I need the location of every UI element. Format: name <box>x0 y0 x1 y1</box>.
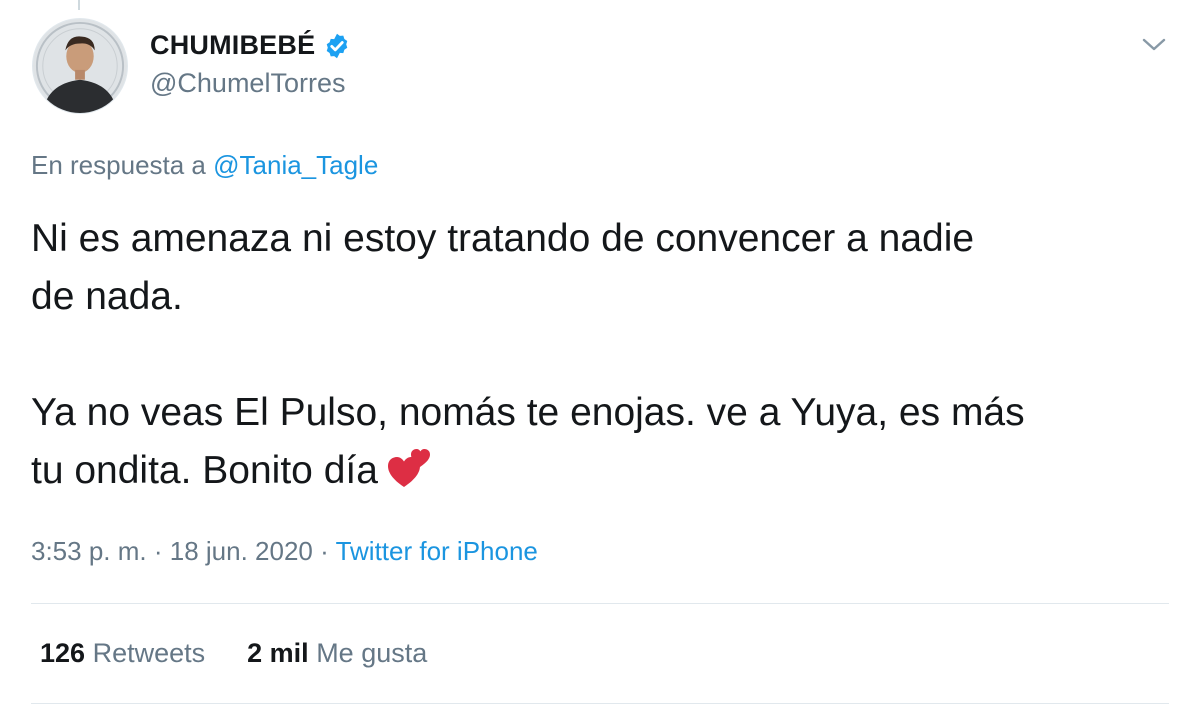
likes-stat[interactable]: 2 mil Me gusta <box>247 638 427 669</box>
divider <box>31 703 1169 704</box>
tweet-meta: 3:53 p. m. · 18 jun. 2020 · Twitter for … <box>31 536 538 567</box>
two-hearts-icon <box>386 445 432 491</box>
retweets-count: 126 <box>40 638 86 668</box>
verified-badge-icon <box>323 32 351 60</box>
tweet-date[interactable]: 18 jun. 2020 <box>170 536 313 566</box>
avatar[interactable] <box>32 18 128 114</box>
chevron-down-icon[interactable] <box>1140 32 1168 56</box>
thread-line <box>78 0 80 10</box>
tweet-line: tu ondita. Bonito día <box>31 449 378 492</box>
avatar-image <box>33 19 127 113</box>
tweet-line: de nada. <box>31 275 183 318</box>
divider <box>31 603 1169 604</box>
meta-separator: · <box>320 536 329 566</box>
likes-count: 2 mil <box>247 638 309 668</box>
reply-prefix: En respuesta a <box>31 150 206 180</box>
tweet-line: Ya no veas El Pulso, nomás te enojas. ve… <box>31 391 1025 434</box>
retweets-label: Retweets <box>92 638 206 668</box>
likes-label: Me gusta <box>316 638 428 668</box>
tweet-time[interactable]: 3:53 p. m. <box>31 536 147 566</box>
tweet-source-link[interactable]: Twitter for iPhone <box>336 536 538 566</box>
user-handle[interactable]: @ChumelTorres <box>150 68 345 99</box>
meta-separator: · <box>153 536 163 566</box>
tweet-line: Ni es amenaza ni estoy tratando de conve… <box>31 217 975 260</box>
reply-mention-link[interactable]: @Tania_Tagle <box>213 150 378 180</box>
display-name[interactable]: CHUMIBEBÉ <box>150 30 315 61</box>
tweet-text: Ni es amenaza ni estoy tratando de conve… <box>31 210 1181 500</box>
tweet-stats: 126 Retweets 2 mil Me gusta <box>40 638 427 669</box>
tweet-last-line: tu ondita. Bonito día <box>31 442 1181 500</box>
reply-context: En respuesta a @Tania_Tagle <box>31 150 378 181</box>
tweet-card: CHUMIBEBÉ @ChumelTorres En respuesta a @… <box>0 0 1200 707</box>
retweets-stat[interactable]: 126 Retweets <box>40 638 205 669</box>
